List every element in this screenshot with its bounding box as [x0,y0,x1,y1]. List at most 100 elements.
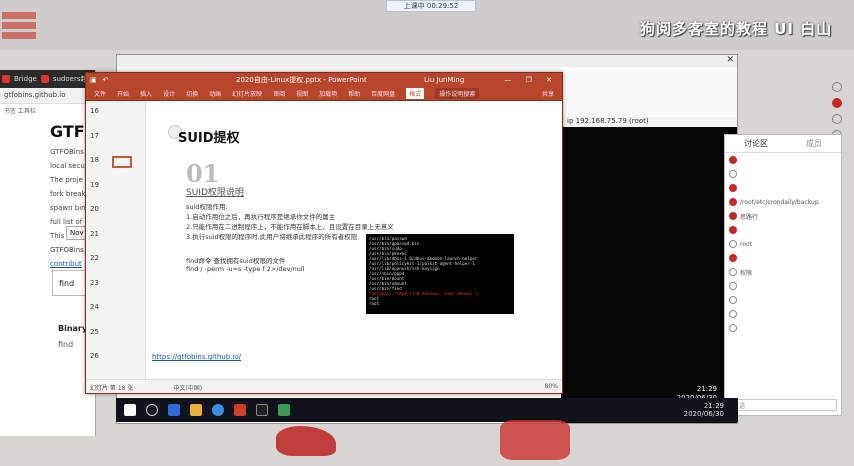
stream-header: 上课中 00:29:52 狗阅多客室的教程 UI 白山 [0,0,854,50]
slide-thumbnail[interactable] [112,254,132,266]
channel-logo [2,12,36,44]
terminal-line: root [369,301,380,306]
save-icon[interactable]: ▣ [90,76,97,84]
taskview-icon[interactable] [168,404,180,416]
ribbon-tab-format[interactable]: 格式 [406,88,425,99]
ribbon-tab[interactable]: 加载项 [319,89,337,98]
ribbon-tab[interactable]: 审阅 [273,89,285,98]
webcam-shoe-left [276,426,336,456]
taskbar-clock[interactable]: 21:29 2020/06/30 [684,402,724,418]
record-icon[interactable] [832,98,842,108]
chat-message [725,321,841,335]
explorer-icon[interactable] [190,404,202,416]
slide-thumbnail[interactable] [112,328,132,340]
gtfobins-link[interactable]: https://gtfobins.github.io/ [152,353,241,361]
windows-taskbar: 21:29 2020/06/30 [116,398,738,422]
chat-message: /root/etc/crondaily/backup [725,195,841,209]
ribbon-tab[interactable]: 幻灯片放映 [232,89,262,98]
avatar [729,324,737,332]
avatar [729,240,737,248]
chat-tabs: 讨论区 成员 [725,135,841,153]
status-language: 中文(中国) [173,385,203,392]
slide-line: 3.执行suid权限的程序时,此用户将继承此程序的所有者权限 [186,233,358,241]
window-titlebar [117,55,737,67]
thumb-number: 23 [90,278,99,287]
start-icon[interactable] [124,404,136,416]
slide-subtitle: SUID权限说明 [186,188,244,198]
slide-thumbnail[interactable] [112,230,132,242]
ribbon-search[interactable]: 操作说明搜索 [435,88,480,99]
slide-thumbnail[interactable] [112,279,132,291]
find-title: find命令 查找拥有suid权限的文件 [186,257,286,265]
avatar [729,226,737,234]
chat-message: 思路行 [725,209,841,223]
zoom-level[interactable]: 80% [545,383,558,390]
browser-icon[interactable] [212,404,224,416]
ribbon-tab[interactable]: 帮助 [348,89,360,98]
ribbon-tab[interactable]: 动画 [209,89,221,98]
terminal-area[interactable]: 21:29 2020/06/30 [561,127,737,423]
search-icon[interactable] [146,404,158,416]
live-status-pill: 上课中 00:29:52 [386,0,476,12]
ribbon-tab[interactable]: 视图 [296,89,308,98]
slide-thumbnail[interactable] [112,181,132,193]
browser-tab-1[interactable]: Bridge [14,75,37,83]
ribbon-tab[interactable]: 开始 [117,89,129,98]
slide-thumbnail[interactable] [112,156,132,168]
chat-panel: 讨论区 成员 /root/etc/crondaily/backup 思路行 root… [724,134,842,416]
ribbon-tab[interactable]: 插入 [140,89,152,98]
powerpoint-icon[interactable] [234,404,246,416]
address-bar[interactable]: gtfobins.github.io [0,88,95,104]
intro-line: GTFOBins [50,246,84,254]
chat-message: root [725,237,841,251]
taskbar-date: 2020/06/30 [683,410,724,418]
slide-thumbnails: 16 17 18 19 20 21 22 23 24 25 26 [86,101,146,379]
app-icon[interactable] [278,404,290,416]
contribute-link[interactable]: contribut [0,257,95,271]
chat-message [725,223,841,237]
tab-members[interactable]: 成员 [806,138,822,149]
window-controls[interactable]: — ❐ ✕ [504,76,558,84]
ribbon-tab[interactable]: 文件 [94,89,106,98]
slide-title: SUID提权 [178,131,240,146]
settings-icon[interactable] [832,114,842,124]
slide-canvas[interactable]: SUID提权 01 SUID权限说明 suid权限作用: 1.启动作用位之后，再… [152,103,556,377]
thumb-number: 25 [90,327,99,336]
taskbar-time: 21:29 [703,402,724,410]
stream-watermark: 狗阅多客室的教程 UI 白山 [640,20,833,38]
ppt-titlebar: ▣ ↶ 2020自由-Linux提权.pptx - PowerPoint Liu… [86,73,562,87]
user-name[interactable]: Liu JunMing [424,76,464,84]
slide-thumbnail[interactable] [112,205,132,217]
thumb-number: 24 [90,303,99,311]
thumb-number: 16 [90,107,99,115]
slide-thumbnail[interactable] [112,132,132,144]
chat-message-text: 思路行 [740,213,759,221]
table-row[interactable]: find [58,340,73,349]
share-button[interactable]: 共享 [542,89,554,98]
avatar [729,156,737,164]
avatar [729,268,737,276]
bookmarks-bar[interactable]: 书签 工具栏 [0,104,95,115]
thumb-number: 21 [90,229,99,238]
thumb-number: 18 [90,156,99,164]
thumb-number: 26 [90,352,99,360]
slide-section-number: 01 [186,159,220,188]
tab-discussion[interactable]: 讨论区 [744,138,768,149]
browser-tabstrip: Bridge sudoers越权 [0,70,95,88]
intro-line: The proje [50,176,83,184]
refresh-icon[interactable] [832,82,842,92]
undo-icon[interactable]: ↶ [103,76,109,84]
terminal-icon[interactable] [256,404,268,416]
chat-message [725,153,841,167]
slide-thumbnail[interactable] [112,352,132,364]
chat-message [725,251,841,265]
ribbon-tab[interactable]: 百度网盘 [371,89,395,98]
chat-input[interactable]: 英语 [729,399,837,411]
avatar [729,170,737,178]
status-slide: 幻灯片 第 18 张 [90,385,134,392]
slide-thumbnail[interactable] [112,107,132,119]
ribbon-tab[interactable]: 设计 [163,89,175,98]
slide-thumbnail[interactable] [112,303,132,315]
ribbon-tab[interactable]: 切换 [186,89,198,98]
close-icon[interactable]: ✕ [726,55,734,65]
